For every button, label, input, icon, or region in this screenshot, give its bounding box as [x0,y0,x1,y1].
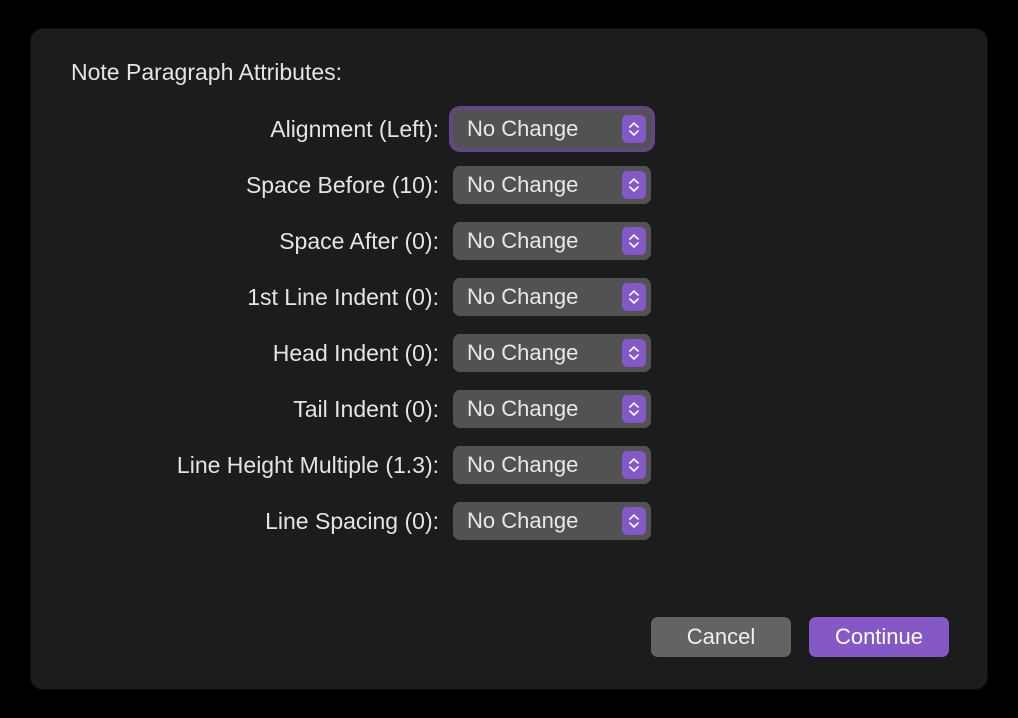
popup-value: No Change [467,116,578,142]
attribute-row: Alignment (Left): No Change [67,110,951,148]
attribute-popup[interactable]: No Change [453,390,651,428]
popup-value: No Change [467,508,578,534]
up-down-icon [622,171,646,199]
attribute-row: Space Before (10): No Change [67,166,951,204]
paragraph-attributes-dialog: Note Paragraph Attributes: Alignment (Le… [31,29,987,689]
attribute-row: Line Height Multiple (1.3): No Change [67,446,951,484]
dialog-footer: Cancel Continue [67,617,951,657]
attribute-popup[interactable]: No Change [453,446,651,484]
popup-value: No Change [467,284,578,310]
up-down-icon [622,115,646,143]
attribute-label: Space Before (10): [67,172,439,199]
attribute-label: 1st Line Indent (0): [67,284,439,311]
popup-value: No Change [467,452,578,478]
up-down-icon [622,451,646,479]
attribute-label: Space After (0): [67,228,439,255]
popup-value: No Change [467,172,578,198]
up-down-icon [622,395,646,423]
attribute-row: 1st Line Indent (0): No Change [67,278,951,316]
up-down-icon [622,283,646,311]
cancel-button[interactable]: Cancel [651,617,791,657]
up-down-icon [622,507,646,535]
attribute-label: Line Height Multiple (1.3): [67,452,439,479]
attribute-popup[interactable]: No Change [453,278,651,316]
attribute-popup[interactable]: No Change [453,222,651,260]
attribute-popup[interactable]: No Change [453,334,651,372]
attribute-row: Line Spacing (0): No Change [67,502,951,540]
attribute-row: Tail Indent (0): No Change [67,390,951,428]
attribute-row: Space After (0): No Change [67,222,951,260]
popup-value: No Change [467,396,578,422]
attribute-label: Tail Indent (0): [67,396,439,423]
dialog-title: Note Paragraph Attributes: [71,59,951,86]
continue-button[interactable]: Continue [809,617,949,657]
attribute-popup[interactable]: No Change [453,110,651,148]
attribute-label: Head Indent (0): [67,340,439,367]
popup-value: No Change [467,228,578,254]
up-down-icon [622,339,646,367]
attribute-form: Alignment (Left):No ChangeSpace Before (… [67,110,951,540]
up-down-icon [622,227,646,255]
popup-value: No Change [467,340,578,366]
attribute-row: Head Indent (0): No Change [67,334,951,372]
attribute-popup[interactable]: No Change [453,166,651,204]
attribute-label: Alignment (Left): [67,116,439,143]
attribute-label: Line Spacing (0): [67,508,439,535]
attribute-popup[interactable]: No Change [453,502,651,540]
